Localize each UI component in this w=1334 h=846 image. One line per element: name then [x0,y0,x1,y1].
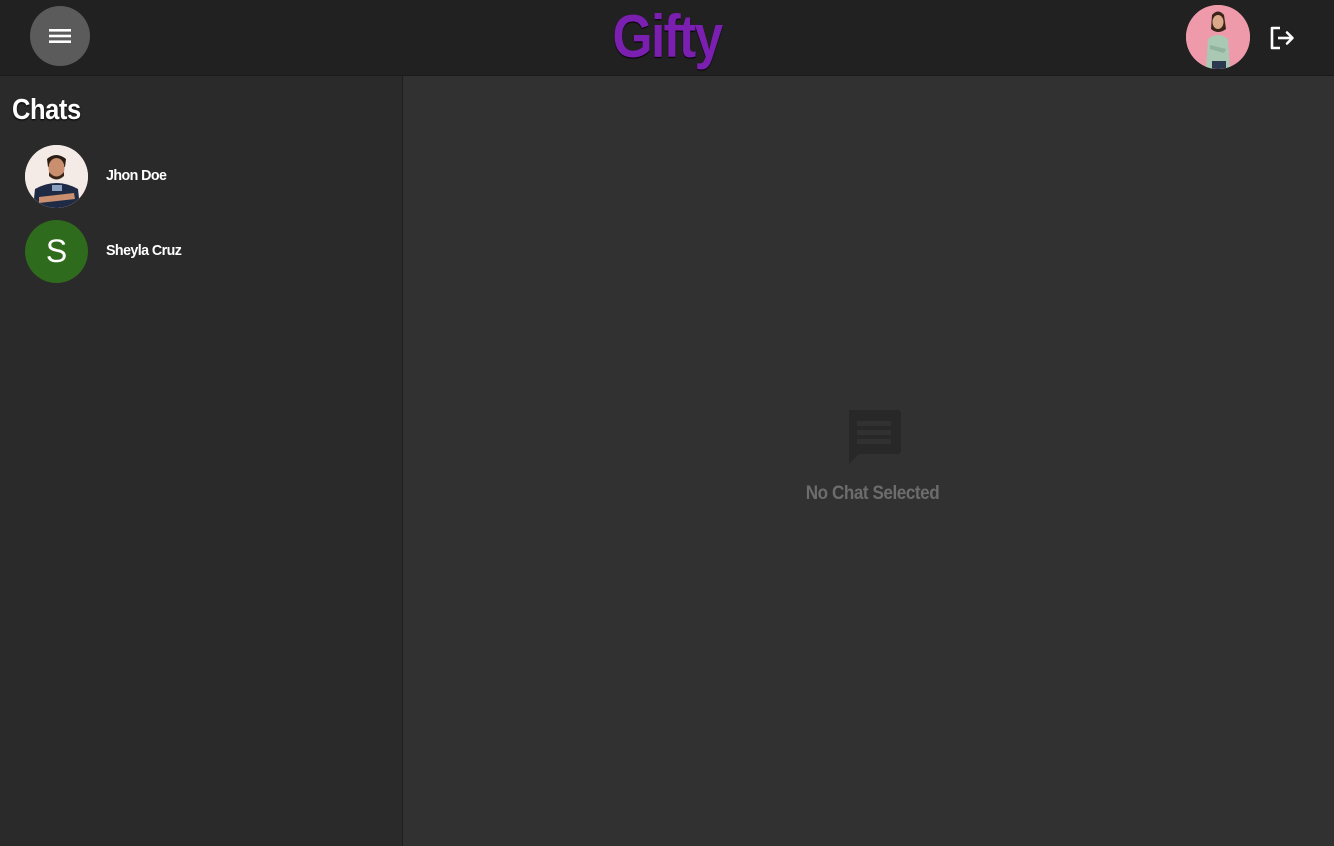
chat-item-sheyla-cruz[interactable]: S Sheyla Cruz [0,219,402,294]
contact-photo [25,145,88,208]
chat-item-jhon-doe[interactable]: Jhon Doe [0,144,402,219]
sidebar-title: Chats [12,94,81,126]
chat-name: Sheyla Cruz [106,242,182,259]
avatar: S [25,220,88,283]
user-avatar[interactable] [1186,5,1250,69]
chat-name: Jhon Doe [106,167,167,184]
chat-list: Jhon Doe S Sheyla Cruz [0,144,402,294]
logout-button[interactable] [1264,20,1300,56]
hamburger-menu-icon [49,29,71,43]
logout-icon [1270,26,1294,50]
top-app-bar: Gifty [0,0,1334,76]
empty-state: No Chat Selected [403,406,1334,505]
empty-state-text: No Chat Selected [805,483,940,504]
chat-bubble-icon [843,406,903,466]
chat-sidebar: Chats Jhon Doe S Sheyla Cruz [0,76,403,846]
app-logo: Gifty [612,3,724,70]
menu-button[interactable] [30,6,90,66]
avatar [25,145,88,208]
user-avatar-photo [1186,5,1250,69]
chat-panel: No Chat Selected [403,76,1334,846]
